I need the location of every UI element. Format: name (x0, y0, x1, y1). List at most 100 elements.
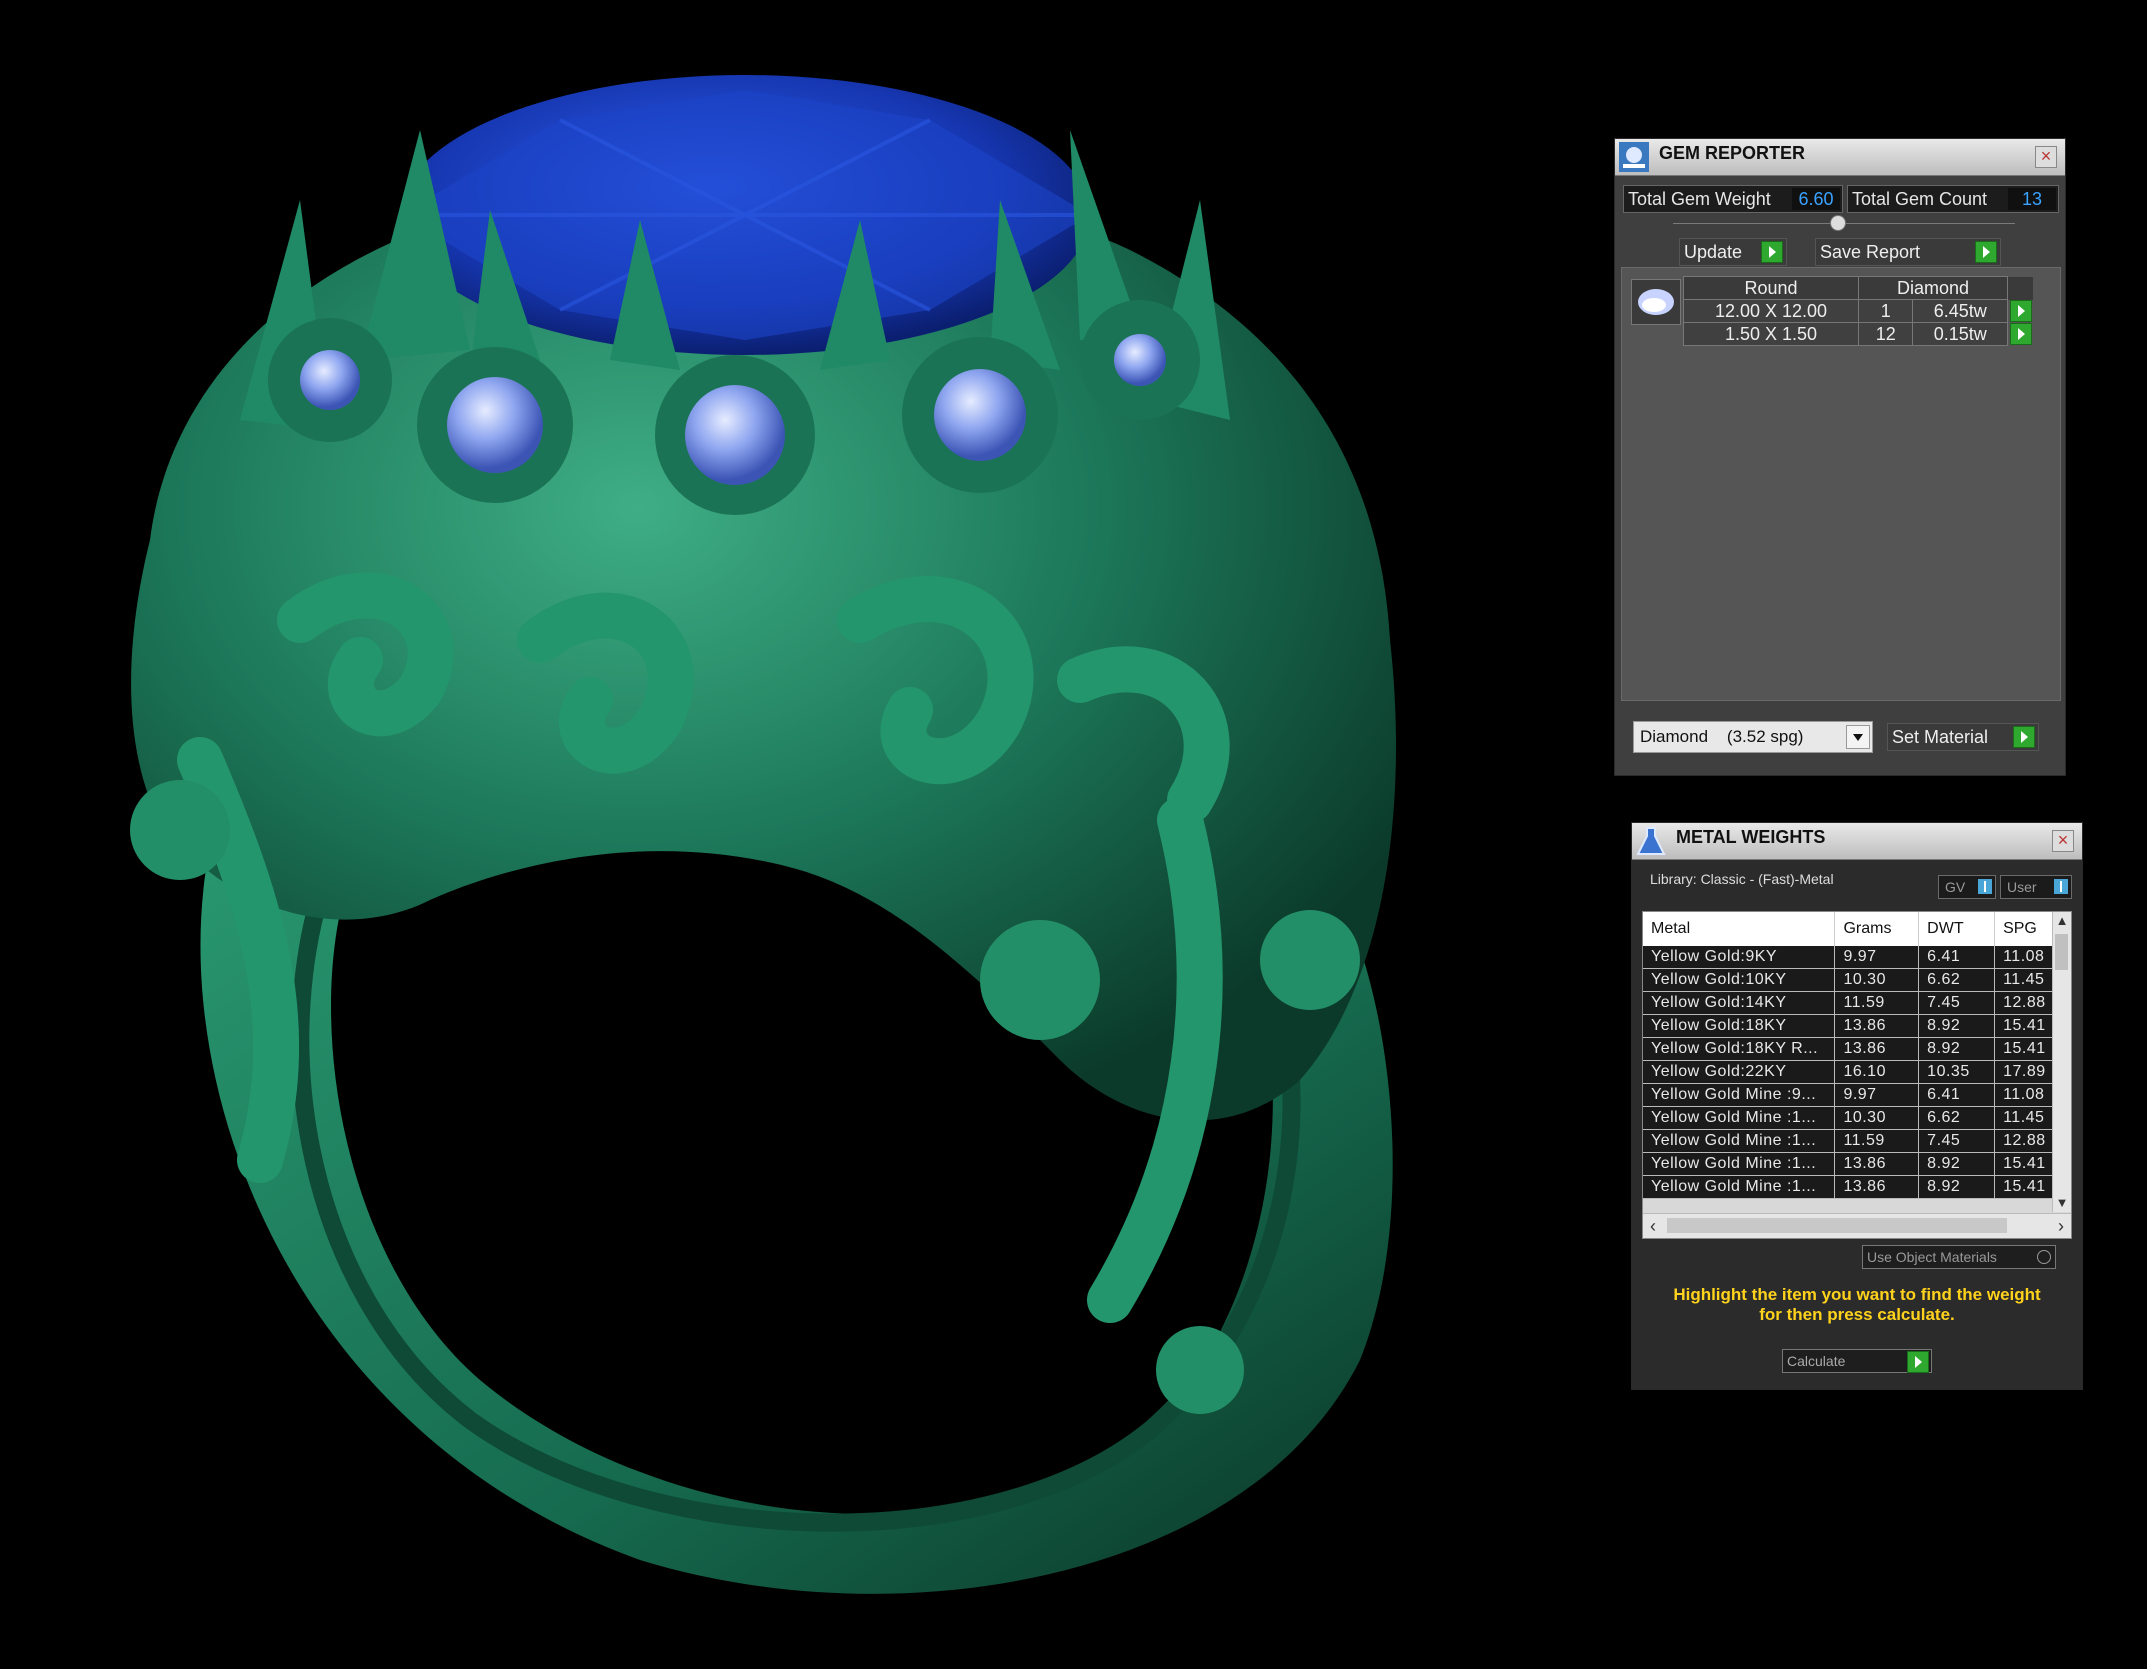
table-row[interactable]: 12.00 X 12.00 1 6.45tw (1683, 299, 2033, 323)
play-icon (1975, 241, 1997, 263)
header-material: Diamond (1858, 276, 2008, 300)
metal-grams: 13.86 (1834, 1152, 1920, 1176)
table-row[interactable]: Yellow Gold Mine :9... 9.97 6.41 11.08 (1643, 1083, 2071, 1107)
total-gem-count-label: Total Gem Count (1852, 189, 1988, 209)
metal-name: Yellow Gold:18KY (1643, 1014, 1836, 1038)
metal-name: Yellow Gold:18KY R... (1643, 1037, 1836, 1061)
column-grams[interactable]: Grams (1834, 912, 1920, 946)
play-icon[interactable] (2010, 323, 2033, 346)
set-material-label: Set Material (1892, 727, 1989, 747)
metal-dwt: 6.62 (1918, 1106, 1996, 1130)
metal-weights-panel: METAL WEIGHTS × Library: Classic - (Fast… (1631, 822, 2083, 1390)
metal-grams: 10.30 (1834, 1106, 1920, 1130)
horizontal-scrollbar[interactable]: ‹ › (1643, 1213, 2071, 1238)
close-icon[interactable]: × (2035, 146, 2057, 168)
header-shape: Round (1683, 276, 1859, 300)
metal-dwt: 8.92 (1918, 1037, 1996, 1061)
gem-reporter-titlebar[interactable]: GEM REPORTER × (1615, 139, 2065, 176)
column-metal[interactable]: Metal (1643, 912, 1836, 946)
total-gem-weight-label: Total Gem Weight (1628, 189, 1771, 209)
calculate-button[interactable]: Calculate (1782, 1349, 1932, 1373)
metal-name: Yellow Gold:14KY (1643, 991, 1836, 1015)
metal-name: Yellow Gold Mine :1... (1643, 1106, 1836, 1130)
chevron-up-icon[interactable]: ▲ (2053, 912, 2071, 930)
material-select[interactable]: Diamond (3.52 spg) (1633, 721, 1873, 753)
instruction-line-1: Highlight the item you want to find the … (1673, 1285, 2041, 1304)
metal-grams: 9.97 (1834, 946, 1920, 969)
save-report-button[interactable]: Save Report (1815, 238, 2001, 266)
use-object-materials-option[interactable]: Use Object Materials (1862, 1245, 2056, 1269)
metal-name: Yellow Gold Mine :9... (1643, 1083, 1836, 1107)
column-dwt[interactable]: DWT (1918, 912, 1996, 946)
metal-grams: 13.86 (1834, 1014, 1920, 1038)
metal-name: Yellow Gold:10KY (1643, 968, 1836, 992)
gem-weight: 6.45tw (1912, 299, 2008, 323)
flask-icon (1636, 826, 1666, 856)
table-row[interactable]: Yellow Gold:18KY R... 13.86 8.92 15.41 (1643, 1037, 2071, 1061)
instruction-line-2: for then press calculate. (1759, 1305, 1955, 1324)
update-label: Update (1684, 242, 1743, 262)
library-label: Library: Classic - (Fast)-Metal (1650, 871, 1834, 887)
vertical-scrollbar[interactable]: ▲ ▼ (2052, 912, 2071, 1212)
material-select-value: Diamond (3.52 spg) (1640, 727, 1804, 746)
set-material-button[interactable]: Set Material (1887, 723, 2039, 751)
play-icon[interactable] (2010, 300, 2032, 323)
metal-dwt: 6.41 (1918, 1083, 1996, 1107)
table-row[interactable]: Yellow Gold Mine :1... 13.86 8.92 15.41 (1643, 1175, 2071, 1199)
gem-size: 12.00 X 12.00 (1683, 299, 1859, 323)
metal-grams: 13.86 (1834, 1037, 1920, 1061)
gem-size: 1.50 X 1.50 (1683, 322, 1859, 346)
table-row[interactable]: 1.50 X 1.50 12 0.15tw (1683, 322, 2033, 346)
use-object-materials-label: Use Object Materials (1867, 1249, 1997, 1265)
chevron-right-icon[interactable]: › (2051, 1214, 2071, 1238)
metal-grams: 10.30 (1834, 968, 1920, 992)
metal-dwt: 8.92 (1918, 1152, 1996, 1176)
metal-name: Yellow Gold:9KY (1643, 946, 1836, 969)
info-icon (1978, 879, 1992, 894)
metal-grams: 11.59 (1834, 1129, 1920, 1153)
metal-grams: 16.10 (1834, 1060, 1920, 1084)
total-gem-count-value: 13 (2008, 188, 2056, 210)
update-button[interactable]: Update (1679, 238, 1787, 266)
metal-dwt: 8.92 (1918, 1175, 1996, 1199)
metal-dwt: 8.92 (1918, 1014, 1996, 1038)
total-gem-count-field: Total Gem Count 13 (1847, 185, 2059, 213)
metal-grams: 9.97 (1834, 1083, 1920, 1107)
chevron-left-icon[interactable]: ‹ (1643, 1214, 1663, 1238)
radio-icon[interactable] (2037, 1250, 2051, 1264)
gv-label: GV (1945, 879, 1966, 895)
gem-weight: 0.15tw (1912, 322, 2008, 346)
instruction-text: Highlight the item you want to find the … (1642, 1285, 2072, 1325)
total-gem-weight-value: 6.60 (1792, 188, 1840, 210)
chevron-down-icon[interactable]: ▼ (2053, 1194, 2071, 1212)
table-row[interactable]: Yellow Gold:18KY 13.86 8.92 15.41 (1643, 1014, 2071, 1038)
info-icon (2054, 879, 2068, 894)
gem-reporter-icon (1619, 142, 1649, 172)
table-row[interactable]: Yellow Gold Mine :1... 11.59 7.45 12.88 (1643, 1129, 2071, 1153)
table-row[interactable]: Yellow Gold:9KY 9.97 6.41 11.08 (1643, 946, 2071, 969)
metal-name: Yellow Gold:22KY (1643, 1060, 1836, 1084)
calculate-label: Calculate (1787, 1353, 1846, 1369)
table-row[interactable]: Yellow Gold Mine :1... 10.30 6.62 11.45 (1643, 1106, 2071, 1130)
play-icon (1761, 241, 1783, 263)
metal-name: Yellow Gold Mine :1... (1643, 1152, 1836, 1176)
gem-reporter-panel: GEM REPORTER × Total Gem Weight 6.60 Tot… (1614, 138, 2066, 776)
table-row[interactable]: Yellow Gold:14KY 11.59 7.45 12.88 (1643, 991, 2071, 1015)
gem-thumbnail[interactable] (1631, 279, 1681, 325)
metal-dwt: 7.45 (1918, 1129, 1996, 1153)
table-row[interactable]: Yellow Gold:22KY 16.10 10.35 17.89 (1643, 1060, 2071, 1084)
slider-handle[interactable] (1830, 215, 1846, 231)
table-row[interactable]: Yellow Gold:10KY 10.30 6.62 11.45 (1643, 968, 2071, 992)
gv-toggle[interactable]: GV (1938, 875, 1996, 899)
scrollbar-thumb[interactable] (1667, 1218, 2007, 1233)
metal-dwt: 6.62 (1918, 968, 1996, 992)
play-icon (1907, 1351, 1929, 1373)
metal-table[interactable]: Metal Grams DWT SPG Yellow Gold:9KY 9.97 6… (1642, 911, 2072, 1239)
metal-weights-titlebar[interactable]: METAL WEIGHTS × (1632, 823, 2082, 860)
table-row[interactable]: Yellow Gold Mine :1... 13.86 8.92 15.41 (1643, 1152, 2071, 1176)
total-gem-weight-field: Total Gem Weight 6.60 (1623, 185, 1843, 213)
user-toggle[interactable]: User (2000, 875, 2072, 899)
close-icon[interactable]: × (2052, 830, 2074, 852)
chevron-down-icon[interactable] (1846, 725, 1870, 749)
scrollbar-thumb[interactable] (2055, 934, 2068, 970)
